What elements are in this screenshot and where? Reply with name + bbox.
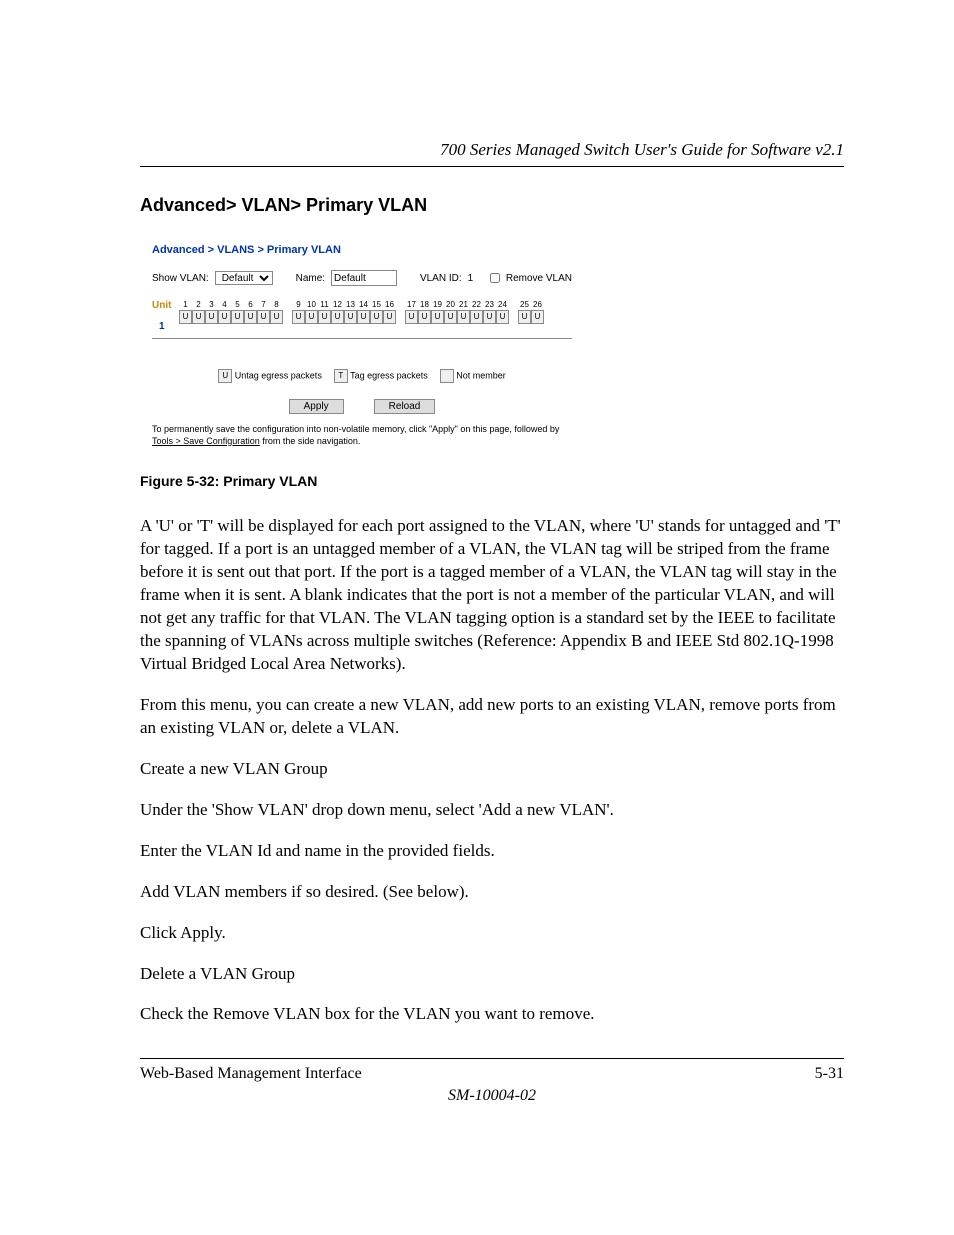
body-p4: Under the 'Show VLAN' drop down menu, se… — [140, 799, 844, 822]
footer-page-number: 5-31 — [815, 1065, 844, 1083]
port-cell[interactable]: U — [231, 310, 244, 324]
port-number: 5 — [235, 300, 239, 310]
port-cell[interactable]: U — [405, 310, 418, 324]
port-number: 9 — [296, 300, 300, 310]
legend-t-swatch: T — [334, 369, 348, 383]
legend-tag-label: Tag egress packets — [350, 370, 428, 380]
apply-button[interactable]: Apply — [289, 399, 344, 414]
figure-caption: Figure 5-32: Primary VLAN — [140, 473, 844, 489]
body-p6: Add VLAN members if so desired. (See bel… — [140, 881, 844, 904]
port-number: 23 — [485, 300, 494, 310]
port-number: 21 — [459, 300, 468, 310]
port-number: 26 — [533, 300, 542, 310]
port-cell[interactable]: U — [318, 310, 331, 324]
port-cell[interactable]: U — [383, 310, 396, 324]
port-cell[interactable]: U — [257, 310, 270, 324]
body-p3: Create a new VLAN Group — [140, 758, 844, 781]
port-cell[interactable]: U — [344, 310, 357, 324]
port-number: 3 — [209, 300, 213, 310]
port-number: 24 — [498, 300, 507, 310]
legend-blank-swatch — [440, 369, 454, 383]
port-cell[interactable]: U — [218, 310, 231, 324]
port-cell[interactable]: U — [370, 310, 383, 324]
port-number: 14 — [359, 300, 368, 310]
port-number: 18 — [420, 300, 429, 310]
port-number: 11 — [320, 300, 328, 310]
legend: U Untag egress packets T Tag egress pack… — [152, 369, 572, 383]
legend-untag-label: Untag egress packets — [235, 370, 322, 380]
port-cell[interactable]: U — [457, 310, 470, 324]
body-p8: Delete a VLAN Group — [140, 963, 844, 986]
port-cell[interactable]: U — [418, 310, 431, 324]
body-p5: Enter the VLAN Id and name in the provid… — [140, 840, 844, 863]
reload-button[interactable]: Reload — [374, 399, 436, 414]
port-member-table: Unit 1 1U2U3U4U5U6U7U8U9U10U11U12U13U14U… — [152, 300, 572, 332]
port-number: 6 — [248, 300, 252, 310]
port-number: 12 — [333, 300, 342, 310]
footer-doc-number: SM-10004-02 — [140, 1087, 844, 1105]
unit-label: Unit — [152, 300, 171, 311]
vlan-id-value: 1 — [468, 273, 474, 284]
legend-notmember-label: Not member — [456, 370, 506, 380]
show-vlan-label: Show VLAN: — [152, 273, 209, 284]
body-p1: A 'U' or 'T' will be displayed for each … — [140, 515, 844, 676]
port-cell[interactable]: U — [518, 310, 531, 324]
vlan-controls-row: Show VLAN: Default Name: VLAN ID: 1 Remo… — [152, 270, 572, 286]
port-cell[interactable]: U — [205, 310, 218, 324]
port-cell[interactable]: U — [444, 310, 457, 324]
port-cell[interactable]: U — [431, 310, 444, 324]
save-note: To permanently save the configuration in… — [152, 424, 572, 447]
port-number: 2 — [196, 300, 200, 310]
header-rule — [140, 166, 844, 167]
port-number: 16 — [385, 300, 394, 310]
name-label: Name: — [296, 273, 325, 284]
port-number: 13 — [346, 300, 355, 310]
port-number: 10 — [307, 300, 316, 310]
port-number: 8 — [274, 300, 278, 310]
port-number: 19 — [433, 300, 442, 310]
port-cell[interactable]: U — [331, 310, 344, 324]
port-cell[interactable]: U — [470, 310, 483, 324]
breadcrumb: Advanced > VLANS > Primary VLAN — [152, 244, 572, 256]
remove-vlan-label: Remove VLAN — [506, 273, 572, 284]
footer-rule — [140, 1058, 844, 1059]
footer-left: Web-Based Management Interface — [140, 1065, 362, 1083]
unit-number: 1 — [157, 321, 167, 332]
figure-screenshot: Advanced > VLANS > Primary VLAN Show VLA… — [140, 236, 584, 461]
save-note-link[interactable]: Tools > Save Configuration — [152, 436, 260, 446]
body-p9: Check the Remove VLAN box for the VLAN y… — [140, 1003, 844, 1026]
port-cell[interactable]: U — [244, 310, 257, 324]
show-vlan-select[interactable]: Default — [215, 271, 273, 285]
legend-u-swatch: U — [218, 369, 232, 383]
port-number: 20 — [446, 300, 455, 310]
port-number: 15 — [372, 300, 381, 310]
vlan-id-label: VLAN ID: — [420, 273, 462, 284]
port-number: 7 — [261, 300, 265, 310]
port-cell[interactable]: U — [483, 310, 496, 324]
port-cell[interactable]: U — [270, 310, 283, 324]
port-number: 1 — [183, 300, 187, 310]
port-number: 22 — [472, 300, 481, 310]
port-cell[interactable]: U — [292, 310, 305, 324]
port-cell[interactable]: U — [305, 310, 318, 324]
port-cell[interactable]: U — [179, 310, 192, 324]
body-p2: From this menu, you can create a new VLA… — [140, 694, 844, 740]
port-cell[interactable]: U — [531, 310, 544, 324]
name-input[interactable] — [331, 270, 397, 286]
section-title: Advanced> VLAN> Primary VLAN — [140, 195, 844, 216]
divider — [152, 338, 572, 339]
port-cell[interactable]: U — [192, 310, 205, 324]
port-cell[interactable]: U — [357, 310, 370, 324]
header-guide-title: 700 Series Managed Switch User's Guide f… — [140, 140, 844, 160]
body-p7: Click Apply. — [140, 922, 844, 945]
port-cell[interactable]: U — [496, 310, 509, 324]
port-number: 4 — [222, 300, 226, 310]
port-number: 25 — [520, 300, 529, 310]
remove-vlan-checkbox[interactable] — [490, 273, 500, 283]
port-number: 17 — [407, 300, 416, 310]
